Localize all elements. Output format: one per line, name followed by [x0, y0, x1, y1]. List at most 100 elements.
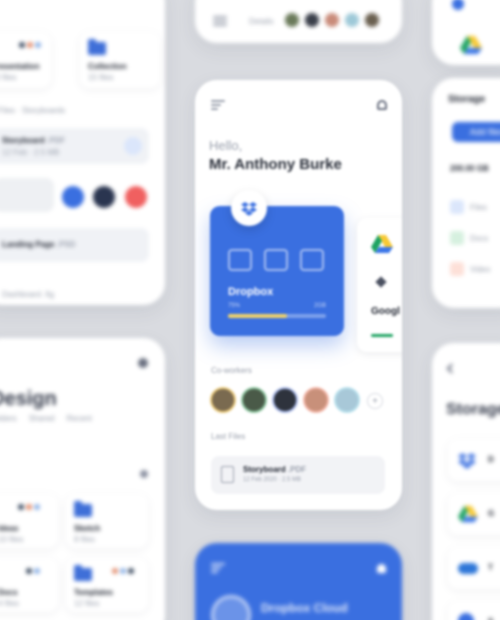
top-mid-panel: Details: [195, 0, 402, 43]
storage-title: Storage: [446, 401, 500, 418]
folder-card-presentation[interactable]: Presentation 20 files: [0, 32, 51, 88]
storage-size: 200.00 GB: [450, 164, 489, 173]
storage-item-label: Video: [470, 264, 491, 274]
dropbox-avatar: [211, 595, 251, 620]
folder-title: Templates: [74, 588, 113, 597]
avatar: [323, 11, 341, 29]
greeting-name: Mr. Anthony Burke: [209, 156, 342, 173]
back-icon[interactable]: [446, 363, 457, 374]
main-panel: Hello, Mr. Anthony Burke Dropbox 75% 2GB…: [195, 80, 402, 510]
action-icon-3[interactable]: [300, 249, 324, 271]
tab-recent[interactable]: Recent: [66, 414, 91, 423]
menu-icon[interactable]: [213, 16, 227, 26]
right-bottom-panel: Storage D G T S: [432, 343, 500, 620]
storage-card-onedrive[interactable]: T: [448, 547, 500, 589]
action-icon-1[interactable]: [228, 249, 252, 271]
google-drive-icon: [458, 505, 478, 523]
folder-card-sketch[interactable]: Sketch 8 files: [66, 494, 148, 548]
last-file-row[interactable]: Storyboard .PDF 12 Feb 2020 · 2.5 MB: [211, 456, 385, 494]
avatar-dots: [112, 568, 134, 574]
storage-card-other[interactable]: S: [448, 601, 500, 620]
folder-title: Sketch: [74, 524, 101, 533]
add-coworker-button[interactable]: +: [367, 393, 383, 409]
add-files-button[interactable]: Add files: [452, 122, 500, 142]
notification-icon[interactable]: [377, 564, 386, 573]
folder-card-templates[interactable]: Templates 12 files: [66, 558, 148, 612]
dropbox-icon: [452, 0, 464, 10]
storage-card-dropbox[interactable]: D: [448, 439, 500, 481]
folder-meta: 4 files: [0, 599, 19, 608]
color-swatch-coral[interactable]: [125, 186, 147, 208]
dropbox-card[interactable]: Dropbox 75% 2GB: [210, 206, 344, 336]
right-top-panel: [432, 0, 500, 65]
menu-icon[interactable]: [211, 563, 225, 573]
avatar: [283, 11, 301, 29]
avatar: [343, 11, 361, 29]
progress-track: [228, 314, 326, 318]
avatar-dots: [18, 504, 40, 510]
storage-title: Storage: [448, 94, 486, 105]
color-input[interactable]: [0, 178, 54, 212]
folder-card-docs[interactable]: Docs 4 files: [0, 558, 58, 612]
folder-icon: [74, 501, 92, 517]
dropbox-title: Dropbox: [228, 286, 274, 298]
more-icon[interactable]: [138, 358, 148, 368]
last-file-name: Storyboard .PDF: [243, 465, 307, 474]
last-file-meta: 12 Feb 2020 · 2.5 MB: [243, 477, 302, 483]
drive-side-card[interactable]: Googl: [357, 218, 402, 352]
file-icon: [221, 466, 234, 483]
bottom-dropbox-panel[interactable]: Dropbox Cloud: [195, 543, 402, 620]
file-name: Landing Page .PSD: [2, 240, 76, 249]
folder-icon: [74, 565, 92, 581]
coworker-avatar[interactable]: [334, 387, 360, 413]
tab-shared[interactable]: Shared: [29, 414, 55, 423]
folder-meta: 15 files: [88, 73, 114, 82]
coworkers-label: Co-workers: [211, 366, 252, 375]
file-row-storyboard[interactable]: Storyboard .PDF 12 Feb · 2.5 MB: [0, 128, 149, 164]
color-swatch-navy[interactable]: [93, 186, 115, 208]
folder-card-collection[interactable]: Collection 15 files: [80, 32, 160, 88]
tab-folders[interactable]: Folders: [0, 414, 17, 423]
check-icon[interactable]: [124, 137, 142, 155]
right-storage-panel: Storage Add files 200.00 GB Files Docs V…: [432, 78, 500, 308]
color-swatch-blue[interactable]: [62, 186, 84, 208]
storage-card-drive[interactable]: G: [448, 493, 500, 535]
last-files-label: Last Files: [211, 432, 246, 441]
folder-meta: 8 files: [74, 535, 95, 544]
more-icon[interactable]: [140, 470, 148, 478]
storage-item-label: Files: [470, 202, 487, 212]
panel-title: Design: [0, 388, 57, 410]
file-row-landing[interactable]: Landing Page .PSD: [0, 228, 149, 262]
folder-card-ideas[interactable]: Ideas 10 files: [0, 494, 58, 548]
bottom-card-title: Dropbox Cloud: [261, 601, 348, 615]
storage-item[interactable]: Docs: [450, 231, 488, 245]
coworker-avatar[interactable]: [241, 387, 267, 413]
action-icon-2[interactable]: [264, 249, 288, 271]
storage-card-label: T: [488, 563, 493, 572]
storage-item[interactable]: Video: [450, 262, 490, 276]
drive-title: Googl: [371, 306, 400, 317]
folder-icon: [88, 39, 106, 55]
storage-card-label: G: [488, 509, 495, 518]
folder-title: Ideas: [0, 524, 19, 533]
storage-item[interactable]: Files: [450, 200, 487, 214]
file-name: Storyboard .PDF: [2, 136, 66, 145]
folder-meta: 20 files: [0, 73, 17, 82]
tabs: Folders Shared Recent: [0, 414, 92, 423]
dropbox-icon: [241, 202, 257, 216]
menu-icon[interactable]: [211, 100, 225, 110]
video-icon: [450, 262, 464, 276]
dropbox-logo-badge: [231, 190, 267, 226]
avatar-dots: [26, 568, 40, 574]
folder-title: Docs: [0, 588, 18, 597]
dropbox-icon: [458, 453, 476, 469]
coworker-avatar[interactable]: [272, 387, 298, 413]
cloud-icon: [458, 563, 478, 574]
greeting-hello: Hello,: [209, 138, 243, 153]
storage-card-label: D: [488, 455, 494, 464]
notification-icon[interactable]: [377, 100, 387, 110]
coworker-avatar[interactable]: [210, 387, 236, 413]
coworker-avatar[interactable]: [303, 387, 329, 413]
docs-icon: [450, 231, 464, 245]
google-drive-icon: [371, 235, 393, 253]
